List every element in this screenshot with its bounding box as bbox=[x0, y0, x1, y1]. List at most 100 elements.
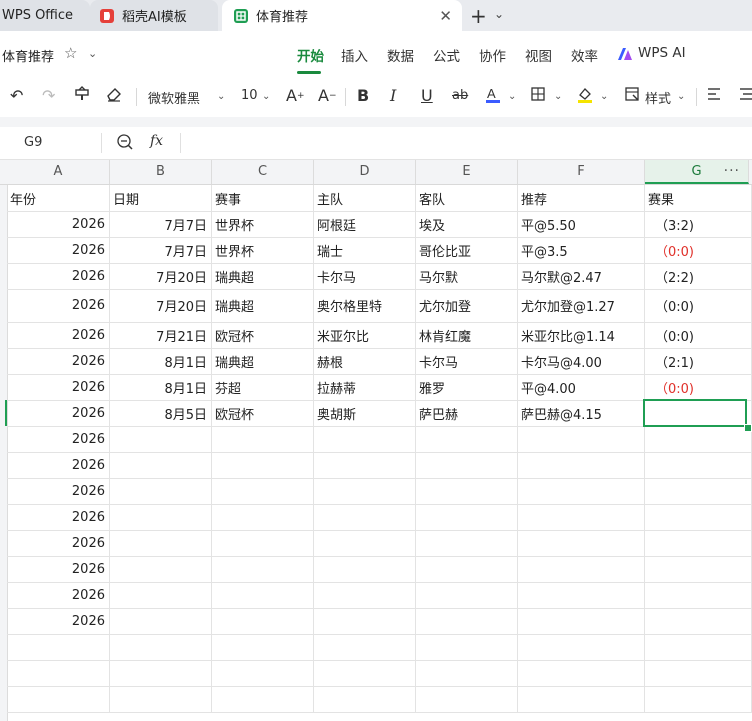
cell-a[interactable]: 2026 bbox=[7, 348, 110, 374]
cell-e[interactable] bbox=[416, 530, 518, 556]
font-size-select[interactable]: 10 bbox=[241, 88, 258, 103]
cell-e[interactable] bbox=[416, 556, 518, 582]
header-cell-a[interactable]: 年份 bbox=[7, 185, 110, 211]
cell-g[interactable] bbox=[645, 478, 752, 504]
cell-e[interactable]: 萨巴赫 bbox=[416, 400, 518, 426]
cell-g[interactable]: （0:0) bbox=[645, 322, 752, 348]
cell-b[interactable] bbox=[110, 556, 212, 582]
menu-insert[interactable]: 插入 bbox=[341, 45, 368, 65]
cell-c[interactable] bbox=[212, 452, 314, 478]
cell-d[interactable]: 米亚尔比 bbox=[314, 322, 416, 348]
close-icon[interactable]: ✕ bbox=[439, 7, 452, 25]
cell-g[interactable] bbox=[645, 426, 752, 452]
cell-e[interactable] bbox=[416, 582, 518, 608]
cell-e[interactable]: 哥伦比亚 bbox=[416, 237, 518, 263]
menu-view[interactable]: 视图 bbox=[525, 45, 552, 65]
cell-b[interactable] bbox=[110, 426, 212, 452]
cell-c[interactable] bbox=[212, 660, 314, 686]
font-name-select[interactable]: 微软雅黑 bbox=[148, 88, 200, 107]
cell-e[interactable]: 雅罗 bbox=[416, 374, 518, 400]
column-header-d[interactable]: D bbox=[314, 160, 416, 184]
cell-d[interactable] bbox=[314, 504, 416, 530]
column-header-f[interactable]: F bbox=[518, 160, 645, 184]
document-title[interactable]: 体育推荐 bbox=[2, 46, 54, 65]
cell-c[interactable] bbox=[212, 478, 314, 504]
cell-a[interactable]: 2026 bbox=[7, 263, 110, 289]
cell-b[interactable] bbox=[110, 504, 212, 530]
cell-d[interactable]: 瑞士 bbox=[314, 237, 416, 263]
header-cell-d[interactable]: 主队 bbox=[314, 185, 416, 211]
cell-c[interactable] bbox=[212, 556, 314, 582]
cell-g[interactable] bbox=[645, 634, 752, 660]
cell-c[interactable] bbox=[212, 634, 314, 660]
cell-b[interactable]: 7月20日 bbox=[110, 263, 212, 289]
cell-e[interactable] bbox=[416, 634, 518, 660]
cell-g[interactable] bbox=[645, 686, 752, 712]
star-icon[interactable]: ☆ bbox=[64, 44, 77, 62]
cell-c[interactable] bbox=[212, 686, 314, 712]
cell-f[interactable] bbox=[518, 582, 645, 608]
cell-g[interactable] bbox=[645, 504, 752, 530]
italic-icon[interactable]: I bbox=[390, 86, 396, 105]
chevron-down-icon[interactable]: ⌄ bbox=[494, 7, 504, 21]
cell-f[interactable]: 平@3.5 bbox=[518, 237, 645, 263]
cell-a[interactable]: 2026 bbox=[7, 504, 110, 530]
chevron-down-icon[interactable]: ⌄ bbox=[600, 91, 608, 102]
cell-g[interactable]: （0:0) bbox=[645, 289, 752, 322]
cell-g[interactable]: （0:0) bbox=[645, 237, 752, 263]
more-icon[interactable]: ··· bbox=[724, 160, 740, 182]
cell-e[interactable] bbox=[416, 660, 518, 686]
cell-a[interactable]: 2026 bbox=[7, 478, 110, 504]
cell-a[interactable]: 2026 bbox=[7, 582, 110, 608]
fill-handle[interactable] bbox=[744, 424, 752, 432]
cell-a[interactable]: 2026 bbox=[7, 237, 110, 263]
cell-d[interactable] bbox=[314, 608, 416, 634]
cell-d[interactable]: 卡尔马 bbox=[314, 263, 416, 289]
cell-c[interactable] bbox=[212, 530, 314, 556]
cell-a[interactable]: 2026 bbox=[7, 530, 110, 556]
cell-f[interactable]: 马尔默@2.47 bbox=[518, 263, 645, 289]
cell-e[interactable]: 林肯红魔 bbox=[416, 322, 518, 348]
cell-c[interactable]: 欧冠杯 bbox=[212, 400, 314, 426]
cell-b[interactable] bbox=[110, 452, 212, 478]
cell-b[interactable]: 8月5日 bbox=[110, 400, 212, 426]
cell-c[interactable]: 瑞典超 bbox=[212, 263, 314, 289]
zoom-out-icon[interactable] bbox=[116, 133, 134, 151]
header-cell-b[interactable]: 日期 bbox=[110, 185, 212, 211]
tab-docer-templates[interactable]: 稻壳AI模板 bbox=[90, 0, 218, 31]
cell-f[interactable] bbox=[518, 608, 645, 634]
cell-b[interactable]: 7月7日 bbox=[110, 211, 212, 237]
cell-styles-icon[interactable] bbox=[624, 86, 640, 102]
cell-g[interactable] bbox=[645, 556, 752, 582]
new-tab-icon[interactable]: + bbox=[470, 4, 487, 28]
cell-e[interactable]: 卡尔马 bbox=[416, 348, 518, 374]
cell-f[interactable] bbox=[518, 634, 645, 660]
eraser-icon[interactable] bbox=[106, 86, 122, 102]
cell-b[interactable] bbox=[110, 686, 212, 712]
cell-f[interactable]: 尤尔加登@1.27 bbox=[518, 289, 645, 322]
cell-d[interactable] bbox=[314, 452, 416, 478]
cell-a[interactable]: 2026 bbox=[7, 289, 110, 322]
fill-color-icon[interactable] bbox=[576, 86, 594, 104]
cell-c[interactable]: 芬超 bbox=[212, 374, 314, 400]
cell-f[interactable]: 萨巴赫@4.15 bbox=[518, 400, 645, 426]
cell-f[interactable]: 卡尔马@4.00 bbox=[518, 348, 645, 374]
cell-b[interactable]: 7月20日 bbox=[110, 289, 212, 322]
cell-c[interactable]: 欧冠杯 bbox=[212, 322, 314, 348]
cell-b[interactable] bbox=[110, 478, 212, 504]
cell-a[interactable]: 2026 bbox=[7, 400, 110, 426]
cell-d[interactable]: 奥尔格里特 bbox=[314, 289, 416, 322]
strikethrough-icon[interactable]: ab bbox=[452, 88, 468, 103]
cell-f[interactable]: 平@5.50 bbox=[518, 211, 645, 237]
cell-f[interactable] bbox=[518, 426, 645, 452]
cell-d[interactable] bbox=[314, 530, 416, 556]
header-cell-g[interactable]: 赛果 bbox=[645, 185, 752, 211]
cell-g[interactable]: （2:2) bbox=[645, 263, 752, 289]
cell-a[interactable]: 2026 bbox=[7, 556, 110, 582]
cell-c[interactable]: 瑞典超 bbox=[212, 289, 314, 322]
font-color-icon[interactable]: A bbox=[484, 86, 502, 104]
menu-home[interactable]: 开始 bbox=[297, 45, 324, 65]
cell-e[interactable]: 马尔默 bbox=[416, 263, 518, 289]
cell-g[interactable] bbox=[645, 660, 752, 686]
menu-data[interactable]: 数据 bbox=[387, 45, 414, 65]
